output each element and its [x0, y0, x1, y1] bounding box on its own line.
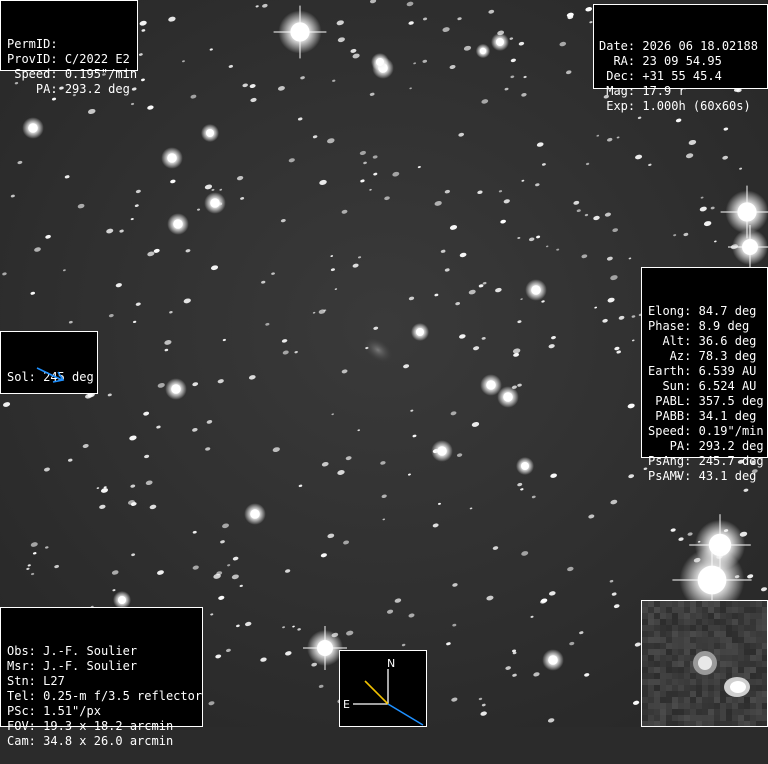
- observer-info-value: 19.3 x 18.2 arcmin: [43, 719, 174, 733]
- observation-info-label: RA:: [599, 54, 636, 68]
- observation-info-label: Mag:: [599, 84, 636, 98]
- compass-east-label: E: [343, 698, 350, 711]
- ephemeris-row: Speed: 0.19"/min: [648, 424, 767, 439]
- observer-info-row: PSc: 1.51"/px: [7, 704, 202, 719]
- object-info-value: 0.195"/min: [64, 67, 138, 81]
- ephemeris-row: Az: 78.3 deg: [648, 349, 767, 364]
- object-info-label: Speed:: [7, 67, 58, 81]
- ephemeris-row: Earth: 6.539 AU: [648, 364, 767, 379]
- ephemeris-row: PA: 293.2 deg: [648, 439, 767, 454]
- ephemeris-row: Sun: 6.524 AU: [648, 379, 767, 394]
- ephemeris-label: Sun:: [648, 379, 692, 393]
- observation-info-value: 2026 06 18.02188: [642, 39, 758, 53]
- zoom-image: [642, 601, 767, 726]
- object-info-label: PA:: [7, 82, 58, 96]
- comet-zoom-thumbnail: [641, 600, 768, 727]
- observer-info-value: 1.51"/px: [43, 704, 101, 718]
- ephemeris-value: 293.2 deg: [698, 439, 764, 453]
- observation-info-row: RA: 23 09 54.95: [599, 54, 767, 69]
- observation-info-value: 1.000h (60x60s): [642, 99, 751, 113]
- observer-info-row: Obs: J.-F. Soulier: [7, 644, 202, 659]
- ephemeris-label: Az:: [648, 349, 692, 363]
- ephemeris-value: 8.9 deg: [698, 319, 750, 333]
- ephemeris-value: 357.5 deg: [698, 394, 764, 408]
- observer-info-value: 34.8 x 26.0 arcmin: [43, 734, 174, 748]
- observation-info-value: +31 55 45.4: [642, 69, 722, 83]
- ephemeris-row: PsAng: 245.7 deg: [648, 454, 767, 469]
- compass-icon: N E: [343, 657, 424, 726]
- observer-info-value: J.-F. Soulier: [43, 659, 138, 673]
- observation-info-row: Dec: +31 55 45.4: [599, 69, 767, 84]
- ephemeris-value: 245.7 deg: [698, 454, 764, 468]
- ephemeris-label: PABL:: [648, 394, 692, 408]
- observation-info-label: Exp:: [599, 99, 636, 113]
- ephemeris-value: 78.3 deg: [698, 349, 757, 363]
- ephemeris-row: PABB: 34.1 deg: [648, 409, 767, 424]
- observer-info-label: FOV:: [7, 719, 36, 733]
- object-info-label: PermID:: [7, 37, 58, 51]
- ephemeris-label: PA:: [648, 439, 692, 453]
- observer-info-row: Tel: 0.25-m f/3.5 reflector: [7, 689, 202, 704]
- ephemeris-value: 43.1 deg: [698, 469, 757, 483]
- observer-info-label: Tel:: [7, 689, 36, 703]
- observer-info-row: Msr: J.-F. Soulier: [7, 659, 202, 674]
- object-info-row: Speed: 0.195"/min: [7, 67, 137, 82]
- ephemeris-value: 36.6 deg: [698, 334, 757, 348]
- orientation-compass: N E: [339, 650, 427, 727]
- object-info-label: ProvID:: [7, 52, 58, 66]
- object-info-row: PA: 293.2 deg: [7, 82, 137, 97]
- ephemeris-label: Elong:: [648, 304, 692, 318]
- ephemeris-label: PsAng:: [648, 454, 692, 468]
- sun-direction-arrow-icon: [36, 367, 65, 383]
- ephemeris-label: Alt:: [648, 334, 692, 348]
- sun-direction-panel: Sol: 245 deg: [0, 331, 98, 394]
- object-info-row: PermID:: [7, 37, 137, 52]
- observation-info-row: Date: 2026 06 18.02188: [599, 39, 767, 54]
- ephemeris-label: Earth:: [648, 364, 692, 378]
- observer-info-panel: Obs: J.-F. Soulier Msr: J.-F. Soulier Stn:…: [0, 607, 203, 748]
- observation-info-row: Mag: 17.9 r: [599, 84, 767, 99]
- observation-info-label: Dec:: [599, 69, 636, 83]
- ephemeris-label: Speed:: [648, 424, 692, 438]
- observer-info-value: L27: [43, 674, 65, 688]
- observation-info-label: Date:: [599, 39, 636, 53]
- ephemeris-label: PsAMV:: [648, 469, 692, 483]
- ephemeris-value: 6.539 AU: [698, 364, 757, 378]
- ephemeris-row: Phase: 8.9 deg: [648, 319, 767, 334]
- observer-info-label: Obs:: [7, 644, 36, 658]
- ephemeris-value: 6.524 AU: [698, 379, 757, 393]
- ephemeris-value: 34.1 deg: [698, 409, 757, 423]
- compass-north-label: N: [387, 657, 395, 670]
- ephemeris-panel: Elong: 84.7 deg Phase: 8.9 deg Alt: 36.6 …: [641, 267, 768, 483]
- object-info-row: ProvID: C/2022 E2: [7, 52, 137, 67]
- observation-info-value: 17.9 r: [642, 84, 686, 98]
- ephemeris-row: PABL: 357.5 deg: [648, 394, 767, 409]
- ephemeris-row: Alt: 36.6 deg: [648, 334, 767, 349]
- observer-info-label: Stn:: [7, 674, 36, 688]
- observer-info-value: 0.25-m f/3.5 reflector: [43, 689, 203, 703]
- observer-info-label: PSc:: [7, 704, 36, 718]
- object-info-panel: PermID: ProvID: C/2022 E2 Speed: 0.195"/…: [0, 0, 138, 96]
- observation-info-panel: Date: 2026 06 18.02188 RA: 23 09 54.95 D…: [593, 4, 768, 113]
- observation-info-row: Exp: 1.000h (60x60s): [599, 99, 767, 114]
- ephemeris-label: Phase:: [648, 319, 692, 333]
- ephemeris-label: PABB:: [648, 409, 692, 423]
- ephemeris-value: 84.7 deg: [698, 304, 757, 318]
- observation-info-value: 23 09 54.95: [642, 54, 722, 68]
- observer-info-label: Cam:: [7, 734, 36, 748]
- object-info-value: 293.2 deg: [64, 82, 130, 96]
- ephemeris-row: PsAMV: 43.1 deg: [648, 469, 767, 484]
- observer-info-label: Msr:: [7, 659, 36, 673]
- ephemeris-value: 0.19"/min: [698, 424, 764, 438]
- ephemeris-row: Elong: 84.7 deg: [648, 304, 767, 319]
- object-info-value: C/2022 E2: [64, 52, 130, 66]
- observer-info-value: J.-F. Soulier: [43, 644, 138, 658]
- observer-info-row: Cam: 34.8 x 26.0 arcmin: [7, 734, 202, 749]
- observer-info-row: Stn: L27: [7, 674, 202, 689]
